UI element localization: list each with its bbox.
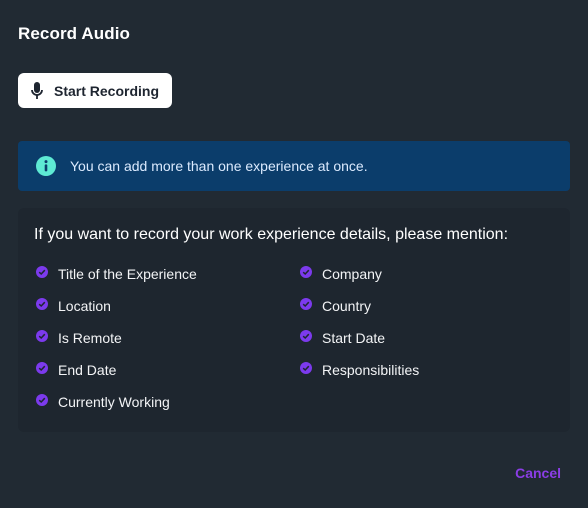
list-item: Start Date: [300, 330, 385, 346]
info-banner: You can add more than one experience at …: [18, 141, 570, 191]
start-recording-label: Start Recording: [54, 82, 160, 99]
check-circle-icon: [36, 330, 48, 342]
check-circle-icon: [36, 394, 48, 406]
list-item-label: Is Remote: [58, 330, 122, 346]
list-item-label: Company: [322, 266, 382, 282]
check-circle-icon: [300, 330, 312, 342]
list-item: Currently Working: [36, 394, 170, 410]
info-icon: [36, 156, 56, 176]
check-circle-icon: [300, 298, 312, 310]
list-item-label: End Date: [58, 362, 117, 378]
list-item: Title of the Experience: [36, 266, 197, 282]
check-circle-icon: [36, 266, 48, 278]
microphone-icon: [30, 81, 44, 100]
check-circle-icon: [300, 266, 312, 278]
list-item: Company: [300, 266, 382, 282]
instructions-card: If you want to record your work experien…: [18, 208, 570, 432]
record-audio-dialog: Record Audio Start Recording You can add…: [0, 0, 588, 508]
dialog-title: Record Audio: [18, 24, 131, 43]
list-item-label: Title of the Experience: [58, 266, 197, 282]
check-circle-icon: [36, 362, 48, 374]
list-item-label: Responsibilities: [322, 362, 420, 378]
check-circle-icon: [300, 362, 312, 374]
list-item-label: Location: [58, 298, 111, 314]
cancel-button[interactable]: Cancel: [515, 465, 561, 481]
list-item: End Date: [36, 362, 116, 378]
list-item: Responsibilities: [300, 362, 419, 378]
info-text: You can add more than one experience at …: [70, 158, 368, 174]
instructions-heading: If you want to record your work experien…: [34, 226, 509, 243]
list-item: Location: [36, 298, 111, 314]
start-recording-button[interactable]: Start Recording: [18, 73, 172, 108]
list-item-label: Start Date: [322, 330, 386, 346]
list-item-label: Country: [322, 298, 372, 314]
list-item-label: Currently Working: [58, 394, 170, 410]
list-item: Is Remote: [36, 330, 122, 346]
check-circle-icon: [36, 298, 48, 310]
list-item: Country: [300, 298, 371, 314]
